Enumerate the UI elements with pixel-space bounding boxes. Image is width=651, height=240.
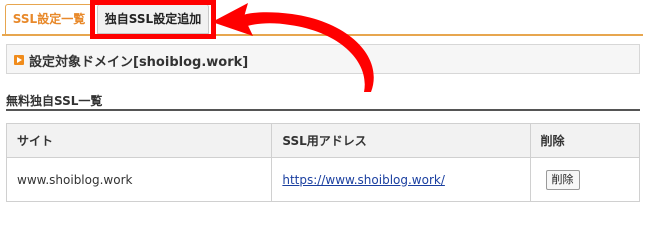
ssl-settings-page: SSL設定一覧 独自SSL設定追加 設定対象ドメイン[shoiblog.work… xyxy=(0,0,651,210)
orange-bullet-icon xyxy=(14,55,24,65)
section-title: 無料独自SSL一覧 xyxy=(6,94,103,108)
tab-bar-underline xyxy=(2,34,643,36)
column-header-address: SSL用アドレス xyxy=(271,123,531,158)
table-row: www.shoiblog.work https://www.shoiblog.w… xyxy=(5,157,640,202)
cell-delete: 削除 xyxy=(529,157,640,202)
domain-panel: 設定対象ドメイン[shoiblog.work] xyxy=(6,44,640,74)
tab-bar: SSL設定一覧 独自SSL設定追加 xyxy=(0,0,651,37)
column-header-site: サイト xyxy=(5,123,273,158)
ssl-address-link[interactable]: https://www.shoiblog.work/ xyxy=(282,173,445,187)
cell-address: https://www.shoiblog.work/ xyxy=(271,157,531,202)
domain-panel-title: 設定対象ドメイン[shoiblog.work] xyxy=(29,55,249,70)
table-header-row: サイト SSL用アドレス 削除 xyxy=(5,123,640,158)
delete-button[interactable]: 削除 xyxy=(545,169,580,190)
tab-ssl-list[interactable]: SSL設定一覧 xyxy=(5,4,93,36)
ssl-table: サイト SSL用アドレス 削除 www.shoiblog.work https:… xyxy=(5,123,640,202)
column-header-delete: 削除 xyxy=(529,123,640,158)
tab-ssl-add[interactable]: 独自SSL設定追加 xyxy=(97,4,209,34)
cell-site: www.shoiblog.work xyxy=(5,157,273,202)
section-divider xyxy=(6,109,640,111)
